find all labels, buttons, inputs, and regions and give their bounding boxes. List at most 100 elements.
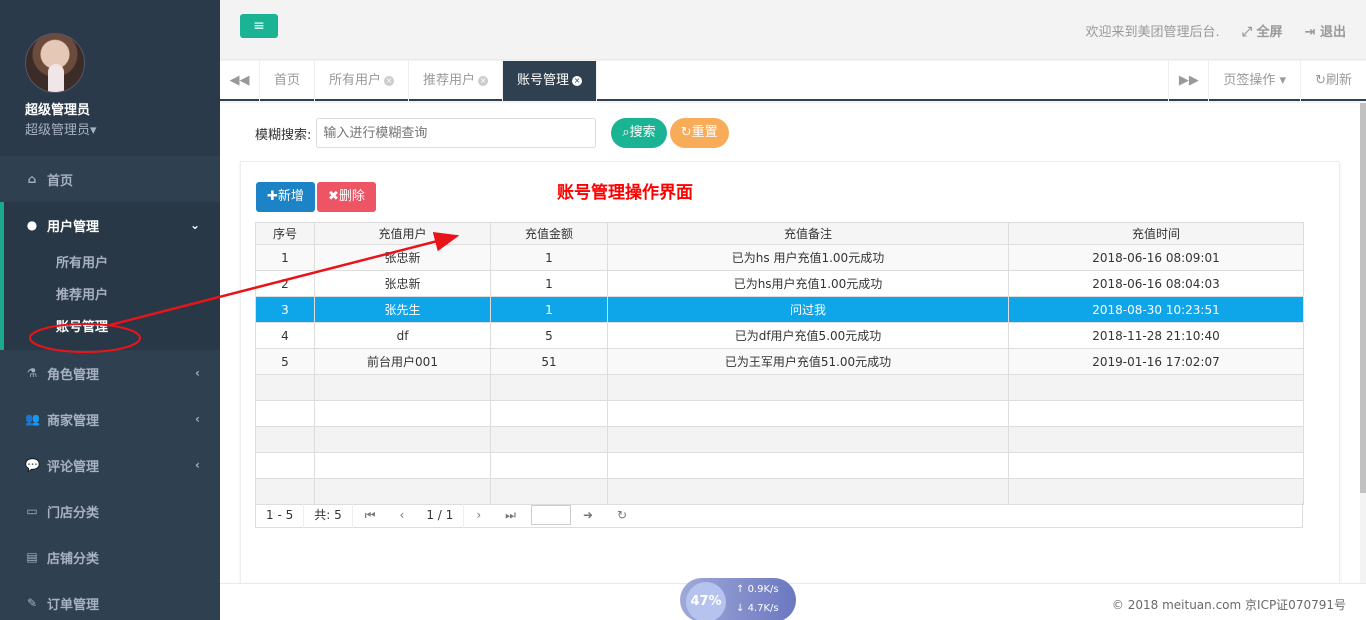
column-header[interactable]: 充值用户 [314, 222, 491, 245]
table-cell: 2019-01-16 17:02:07 [1008, 348, 1304, 375]
page-ops-dropdown[interactable]: 页签操作 ▾ [1208, 61, 1300, 101]
sidebar-item-label: 门店分类 [47, 505, 100, 521]
tab-label: 推荐用户 [423, 73, 476, 88]
table-cell: 已为hs用户充值1.00元成功 [607, 270, 1009, 297]
sidebar-item-label: 店铺分类 [47, 551, 100, 567]
table-cell: 51 [490, 348, 608, 375]
tab-account-management[interactable]: 账号管理 × [503, 61, 598, 101]
logout-button[interactable]: ⇥ 退出 [1305, 21, 1346, 40]
table-cell: 2018-11-28 21:10:40 [1008, 322, 1304, 349]
reload-icon[interactable]: ↻ [605, 503, 639, 528]
table-cell: 1 [490, 270, 608, 297]
sidebar-item-order-management[interactable]: ✎ 订单管理 [0, 580, 220, 620]
plus-icon: ✚ [267, 189, 278, 204]
sidebar-group-user-management: ● 用户管理 ⌄ 所有用户 推荐用户 账号管理 [0, 202, 220, 350]
table-cell: 已为hs 用户充值1.00元成功 [607, 244, 1009, 271]
sidebar-item-role-management[interactable]: ⚗ 角色管理 ‹ [0, 350, 220, 396]
table-row[interactable]: 5 前台用户001 51 已为王军用户充值51.00元成功 2019-01-16… [255, 348, 1304, 375]
table-row-selected[interactable]: 3 张先生 1 问过我 2018-08-30 10:23:51 [255, 296, 1304, 323]
delete-button[interactable]: ✖删除 [317, 182, 376, 212]
sidebar-item-label: 订单管理 [47, 597, 100, 613]
sidebar-item-home[interactable]: ⌂ 首页 [0, 156, 220, 202]
column-header[interactable]: 序号 [255, 222, 315, 245]
table-cell: 4 [255, 322, 315, 349]
close-icon[interactable]: × [384, 76, 395, 86]
sidebar: 超级管理员 超级管理员▾ ⌂ 首页 ● 用户管理 ⌄ 所有用户 推荐用户 账号管… [0, 0, 220, 620]
search-input[interactable] [316, 118, 597, 148]
profile-name: 超级管理员 [25, 103, 91, 118]
avatar[interactable] [25, 33, 85, 93]
go-arrow-icon[interactable]: ➜ [571, 503, 605, 528]
chevron-left-icon: ‹ [195, 412, 200, 426]
reset-button[interactable]: ↻重置 [669, 118, 729, 148]
column-header[interactable]: 充值备注 [607, 222, 1009, 245]
sidebar-item-store-category[interactable]: ▭ 门店分类 [0, 488, 220, 534]
refresh-icon: ↻ [680, 125, 692, 140]
refresh-tab-button[interactable]: ↻刷新 [1300, 61, 1366, 101]
sidebar-item-comment-management[interactable]: 💬 评论管理 ‹ [0, 442, 220, 488]
table-cell: df [314, 322, 491, 349]
tab-recommended-users[interactable]: 推荐用户 × [409, 61, 504, 101]
menu-toggle-button[interactable]: ≡ [240, 14, 278, 38]
table-row-empty [255, 426, 1304, 453]
prev-page-icon[interactable]: ‹ [388, 503, 417, 528]
tab-scroll-left-button[interactable]: ◀◀ [220, 61, 260, 101]
edit-icon: ✎ [26, 596, 38, 610]
close-icon[interactable]: × [572, 76, 583, 86]
sidebar-item-merchant-management[interactable]: 👥 商家管理 ‹ [0, 396, 220, 442]
user-icon: ● [26, 218, 38, 232]
page-ops-label: 页签操作 [1223, 73, 1276, 88]
profile-role-dropdown[interactable]: 超级管理员▾ [25, 119, 220, 138]
add-button[interactable]: ✚新增 [256, 182, 315, 212]
tab-label: 首页 [274, 73, 301, 88]
expand-icon: ⤢ [1241, 25, 1257, 40]
table-cell: 2018-06-16 08:04:03 [1008, 270, 1304, 297]
pager-total: 共: 5 [304, 502, 353, 528]
column-header[interactable]: 充值金额 [490, 222, 608, 245]
fullscreen-button[interactable]: ⤢ 全屏 [1242, 21, 1283, 40]
table-row[interactable]: 4 df 5 已为df用户充值5.00元成功 2018-11-28 21:10:… [255, 322, 1304, 349]
tab-scroll-right-button[interactable]: ▶▶ [1168, 61, 1208, 101]
table-cell: 已为df用户充值5.00元成功 [607, 322, 1009, 349]
table-row[interactable]: 2 张忠新 1 已为hs用户充值1.00元成功 2018-06-16 08:04… [255, 270, 1304, 297]
backward-icon: ◀◀ [229, 73, 250, 88]
tab-bar: ◀◀ 首页 所有用户 × 推荐用户 × 账号管理 × ▶▶ 页签操作 ▾ ↻刷新 [220, 61, 1366, 101]
table-cell: 张忠新 [314, 244, 491, 271]
column-header[interactable]: 充值时间 [1008, 222, 1304, 245]
sidebar-subitem-recommended-users[interactable]: 推荐用户 [4, 280, 220, 312]
table-row-empty [255, 478, 1304, 505]
last-page-icon[interactable]: ⏭ [493, 503, 528, 528]
reset-button-label: 重置 [691, 125, 718, 140]
tab-all-users[interactable]: 所有用户 × [315, 61, 410, 101]
tab-home[interactable]: 首页 [260, 61, 316, 101]
speed-percent: 47% [686, 582, 726, 620]
table-cell: 张忠新 [314, 270, 491, 297]
tab-actions: ▶▶ 页签操作 ▾ ↻刷新 [1168, 61, 1366, 101]
search-button[interactable]: ⌕搜索 [611, 118, 667, 148]
network-speed-widget[interactable]: 47% ↑ 0.9K/s ↓ 4.7K/s [680, 578, 796, 620]
scrollbar[interactable] [1360, 103, 1366, 493]
users-icon: 👥 [25, 412, 40, 426]
sidebar-subitem-account-management[interactable]: 账号管理 [4, 312, 220, 344]
sidebar-item-label: 用户管理 [47, 219, 100, 235]
home-icon: ⌂ [27, 172, 37, 186]
sidebar-item-shop-category[interactable]: ▤ 店铺分类 [0, 534, 220, 580]
next-page-icon[interactable]: › [464, 503, 493, 528]
sidebar-subitem-all-users[interactable]: 所有用户 [4, 248, 220, 280]
table-cell: 1 [490, 244, 608, 271]
first-page-icon[interactable]: ⏮ [353, 503, 388, 528]
recharge-table: 序号 充值用户 充值金额 充值备注 充值时间 1 张忠新 1 已为hs 用户充值… [255, 222, 1304, 505]
flask-icon: ⚗ [26, 366, 38, 380]
chevron-down-icon: ⌄ [189, 218, 200, 232]
sidebar-item-user-management[interactable]: ● 用户管理 ⌄ [4, 202, 220, 248]
search-button-label: 搜索 [629, 125, 656, 140]
page-jump-input[interactable] [530, 505, 571, 525]
table-cell: 问过我 [607, 296, 1009, 323]
hamburger-icon: ≡ [253, 18, 265, 34]
copyright-text: © 2018 meituan.com 京ICP证070791号 [1111, 598, 1346, 612]
upload-speed-value: 0.9K/s [747, 584, 779, 595]
table-row[interactable]: 1 张忠新 1 已为hs 用户充值1.00元成功 2018-06-16 08:0… [255, 244, 1304, 271]
download-speed-value: 4.7K/s [747, 603, 779, 614]
table-cell: 张先生 [314, 296, 491, 323]
close-icon[interactable]: × [478, 76, 489, 86]
